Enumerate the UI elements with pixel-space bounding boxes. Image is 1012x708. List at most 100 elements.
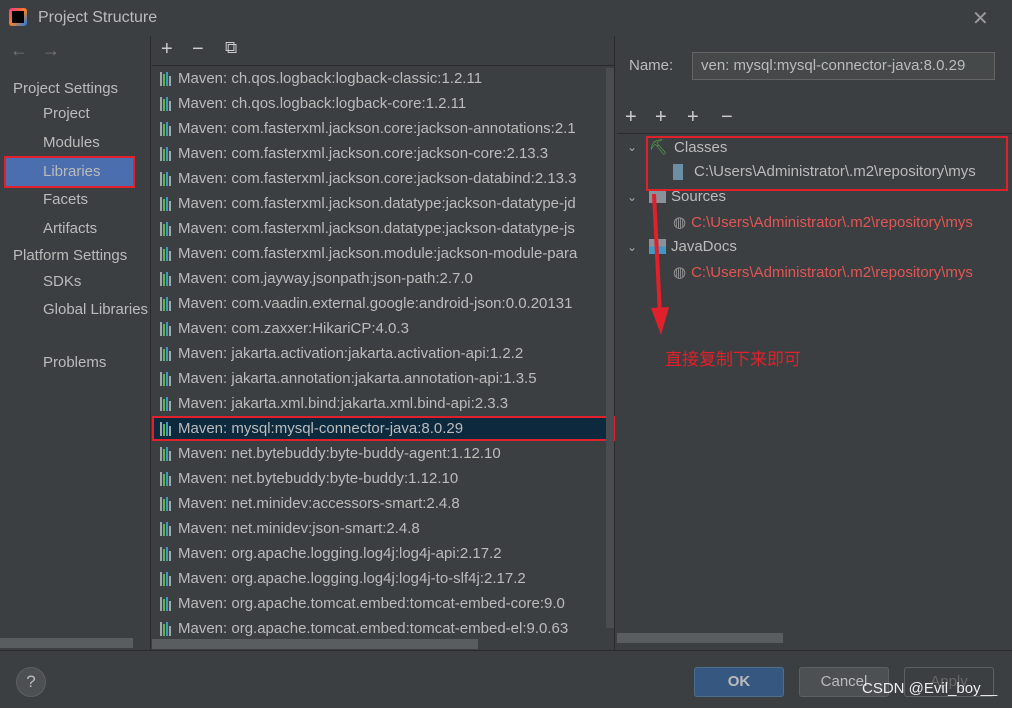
sidebar-item-sdks[interactable]: SDKs	[4, 268, 151, 296]
help-button[interactable]: ?	[16, 667, 46, 697]
library-name: Maven: com.fasterxml.jackson.core:jackso…	[178, 145, 549, 162]
library-icon	[160, 271, 171, 286]
javadocs-label: JavaDocs	[671, 238, 737, 255]
library-icon	[160, 446, 171, 461]
ok-button[interactable]: OK	[694, 667, 784, 697]
title-bar: Project Structure ✕	[0, 0, 1012, 36]
library-icon	[160, 121, 171, 136]
library-row[interactable]: Maven: com.fasterxml.jackson.core:jackso…	[152, 141, 615, 166]
horizontal-scrollbar[interactable]	[0, 638, 133, 648]
back-arrow-icon[interactable]: ←	[10, 40, 28, 61]
library-icon	[160, 496, 171, 511]
sidebar-item-facets[interactable]: Facets	[4, 186, 151, 214]
library-icon	[160, 171, 171, 186]
add-url-icon[interactable]: +	[655, 106, 667, 129]
add-icon[interactable]: +	[161, 38, 173, 61]
library-row[interactable]: Maven: mysql:mysql-connector-java:8.0.29	[152, 416, 615, 441]
library-row[interactable]: Maven: com.fasterxml.jackson.datatype:ja…	[152, 191, 615, 216]
library-icon	[160, 546, 171, 561]
library-row[interactable]: Maven: com.fasterxml.jackson.datatype:ja…	[152, 216, 615, 241]
library-icon	[160, 346, 171, 361]
vertical-scrollbar[interactable]	[606, 68, 614, 628]
sidebar-item-global-libraries[interactable]: Global Libraries	[4, 296, 151, 324]
library-row[interactable]: Maven: org.apache.logging.log4j:log4j-ap…	[152, 541, 615, 566]
name-label: Name:	[629, 57, 674, 74]
library-name: Maven: org.apache.logging.log4j:log4j-ap…	[178, 545, 502, 562]
library-icon	[160, 371, 171, 386]
add-folder-icon[interactable]: +	[687, 106, 699, 129]
library-name: Maven: mysql:mysql-connector-java:8.0.29	[178, 420, 464, 437]
javadocs-path: C:\Users\Administrator\.m2\repository\my…	[691, 263, 973, 281]
library-row[interactable]: Maven: org.apache.logging.log4j:log4j-to…	[152, 566, 615, 591]
name-input[interactable]: ven: mysql:mysql-connector-java:8.0.29	[692, 52, 995, 80]
library-row[interactable]: Maven: org.apache.tomcat.embed:tomcat-em…	[152, 616, 615, 641]
library-name: Maven: com.jayway.jsonpath:json-path:2.7…	[178, 270, 473, 287]
library-icon	[160, 471, 171, 486]
sidebar-item-libraries[interactable]: Libraries	[4, 156, 135, 188]
library-name: Maven: com.fasterxml.jackson.datatype:ja…	[178, 220, 575, 237]
horizontal-scrollbar[interactable]	[152, 639, 478, 649]
sidebar-item-artifacts[interactable]: Artifacts	[4, 215, 151, 243]
library-icon	[160, 196, 171, 211]
library-row[interactable]: Maven: jakarta.activation:jakarta.activa…	[152, 341, 615, 366]
annotation-arrow-icon	[651, 193, 669, 335]
library-name: Maven: net.minidev:json-smart:2.4.8	[178, 520, 420, 537]
library-row[interactable]: Maven: ch.qos.logback:logback-classic:1.…	[152, 66, 615, 91]
close-icon[interactable]: ✕	[972, 6, 989, 31]
window-title: Project Structure	[38, 9, 158, 26]
remove-icon[interactable]: −	[721, 106, 733, 129]
library-row[interactable]: Maven: ch.qos.logback:logback-core:1.2.1…	[152, 91, 615, 116]
library-list: Maven: ch.qos.logback:logback-classic:1.…	[152, 65, 615, 650]
remove-icon[interactable]: −	[192, 38, 204, 61]
library-name: Maven: com.fasterxml.jackson.core:jackso…	[178, 120, 576, 137]
library-name: Maven: org.apache.tomcat.embed:tomcat-em…	[178, 595, 565, 612]
chevron-down-icon[interactable]: ⌄	[627, 190, 637, 204]
library-icon	[160, 621, 171, 636]
copy-icon[interactable]: ⧉	[225, 38, 237, 58]
library-name: Maven: com.fasterxml.jackson.module:jack…	[178, 245, 578, 262]
library-row[interactable]: Maven: com.jayway.jsonpath:json-path:2.7…	[152, 266, 615, 291]
library-row[interactable]: Maven: jakarta.xml.bind:jakarta.xml.bind…	[152, 391, 615, 416]
globe-icon: ◍	[673, 214, 687, 231]
forward-arrow-icon[interactable]: →	[42, 40, 60, 61]
library-row[interactable]: Maven: jakarta.annotation:jakarta.annota…	[152, 366, 615, 391]
library-name: Maven: com.fasterxml.jackson.datatype:ja…	[178, 195, 576, 212]
library-name: Maven: com.fasterxml.jackson.core:jackso…	[178, 170, 577, 187]
library-row[interactable]: Maven: net.minidev:json-smart:2.4.8	[152, 516, 615, 541]
library-list-panel: + − ⧉ Maven: ch.qos.logback:logback-clas…	[152, 36, 615, 650]
tree-node-javadocs-path[interactable]: ◍ C:\Users\Administrator\.m2\repository\m…	[673, 263, 973, 282]
sidebar: ← → Project Settings Project Modules Lib…	[0, 36, 151, 650]
library-row[interactable]: Maven: com.vaadin.external.google:androi…	[152, 291, 615, 316]
library-icon	[160, 571, 171, 586]
library-row[interactable]: Maven: net.bytebuddy:byte-buddy-agent:1.…	[152, 441, 615, 466]
dialog-footer: ? OK Cancel Apply	[0, 650, 1012, 708]
library-name: Maven: net.bytebuddy:byte-buddy-agent:1.…	[178, 445, 501, 462]
sidebar-item-modules[interactable]: Modules	[4, 129, 151, 157]
library-row[interactable]: Maven: com.zaxxer:HikariCP:4.0.3	[152, 316, 615, 341]
tree-node-sources-path[interactable]: ◍ C:\Users\Administrator\.m2\repository\m…	[673, 213, 973, 232]
sidebar-item-problems[interactable]: Problems	[4, 349, 151, 377]
sidebar-item-project[interactable]: Project	[4, 100, 151, 128]
library-row[interactable]: Maven: net.minidev:accessors-smart:2.4.8	[152, 491, 615, 516]
library-name: Maven: org.apache.tomcat.embed:tomcat-em…	[178, 620, 569, 637]
intellij-logo-icon	[9, 8, 27, 26]
library-row[interactable]: Maven: com.fasterxml.jackson.core:jackso…	[152, 166, 615, 191]
chevron-down-icon[interactable]: ⌄	[627, 240, 637, 254]
library-icon	[160, 246, 171, 261]
library-row[interactable]: Maven: com.fasterxml.jackson.core:jackso…	[152, 116, 615, 141]
horizontal-scrollbar[interactable]	[617, 633, 783, 643]
library-name: Maven: net.bytebuddy:byte-buddy:1.12.10	[178, 470, 459, 487]
add-icon[interactable]: +	[625, 106, 637, 129]
library-details-panel: Name: ven: mysql:mysql-connector-java:8.…	[617, 36, 1012, 650]
library-icon	[160, 596, 171, 611]
library-icon	[160, 321, 171, 336]
library-icon	[160, 296, 171, 311]
library-row[interactable]: Maven: net.bytebuddy:byte-buddy:1.12.10	[152, 466, 615, 491]
highlight-box	[646, 136, 1008, 191]
globe-icon: ◍	[673, 264, 687, 281]
library-name: Maven: org.apache.logging.log4j:log4j-to…	[178, 570, 526, 587]
chevron-down-icon[interactable]: ⌄	[627, 140, 637, 154]
library-row[interactable]: Maven: org.apache.tomcat.embed:tomcat-em…	[152, 591, 615, 616]
library-row[interactable]: Maven: com.fasterxml.jackson.module:jack…	[152, 241, 615, 266]
library-name: Maven: com.zaxxer:HikariCP:4.0.3	[178, 320, 409, 337]
